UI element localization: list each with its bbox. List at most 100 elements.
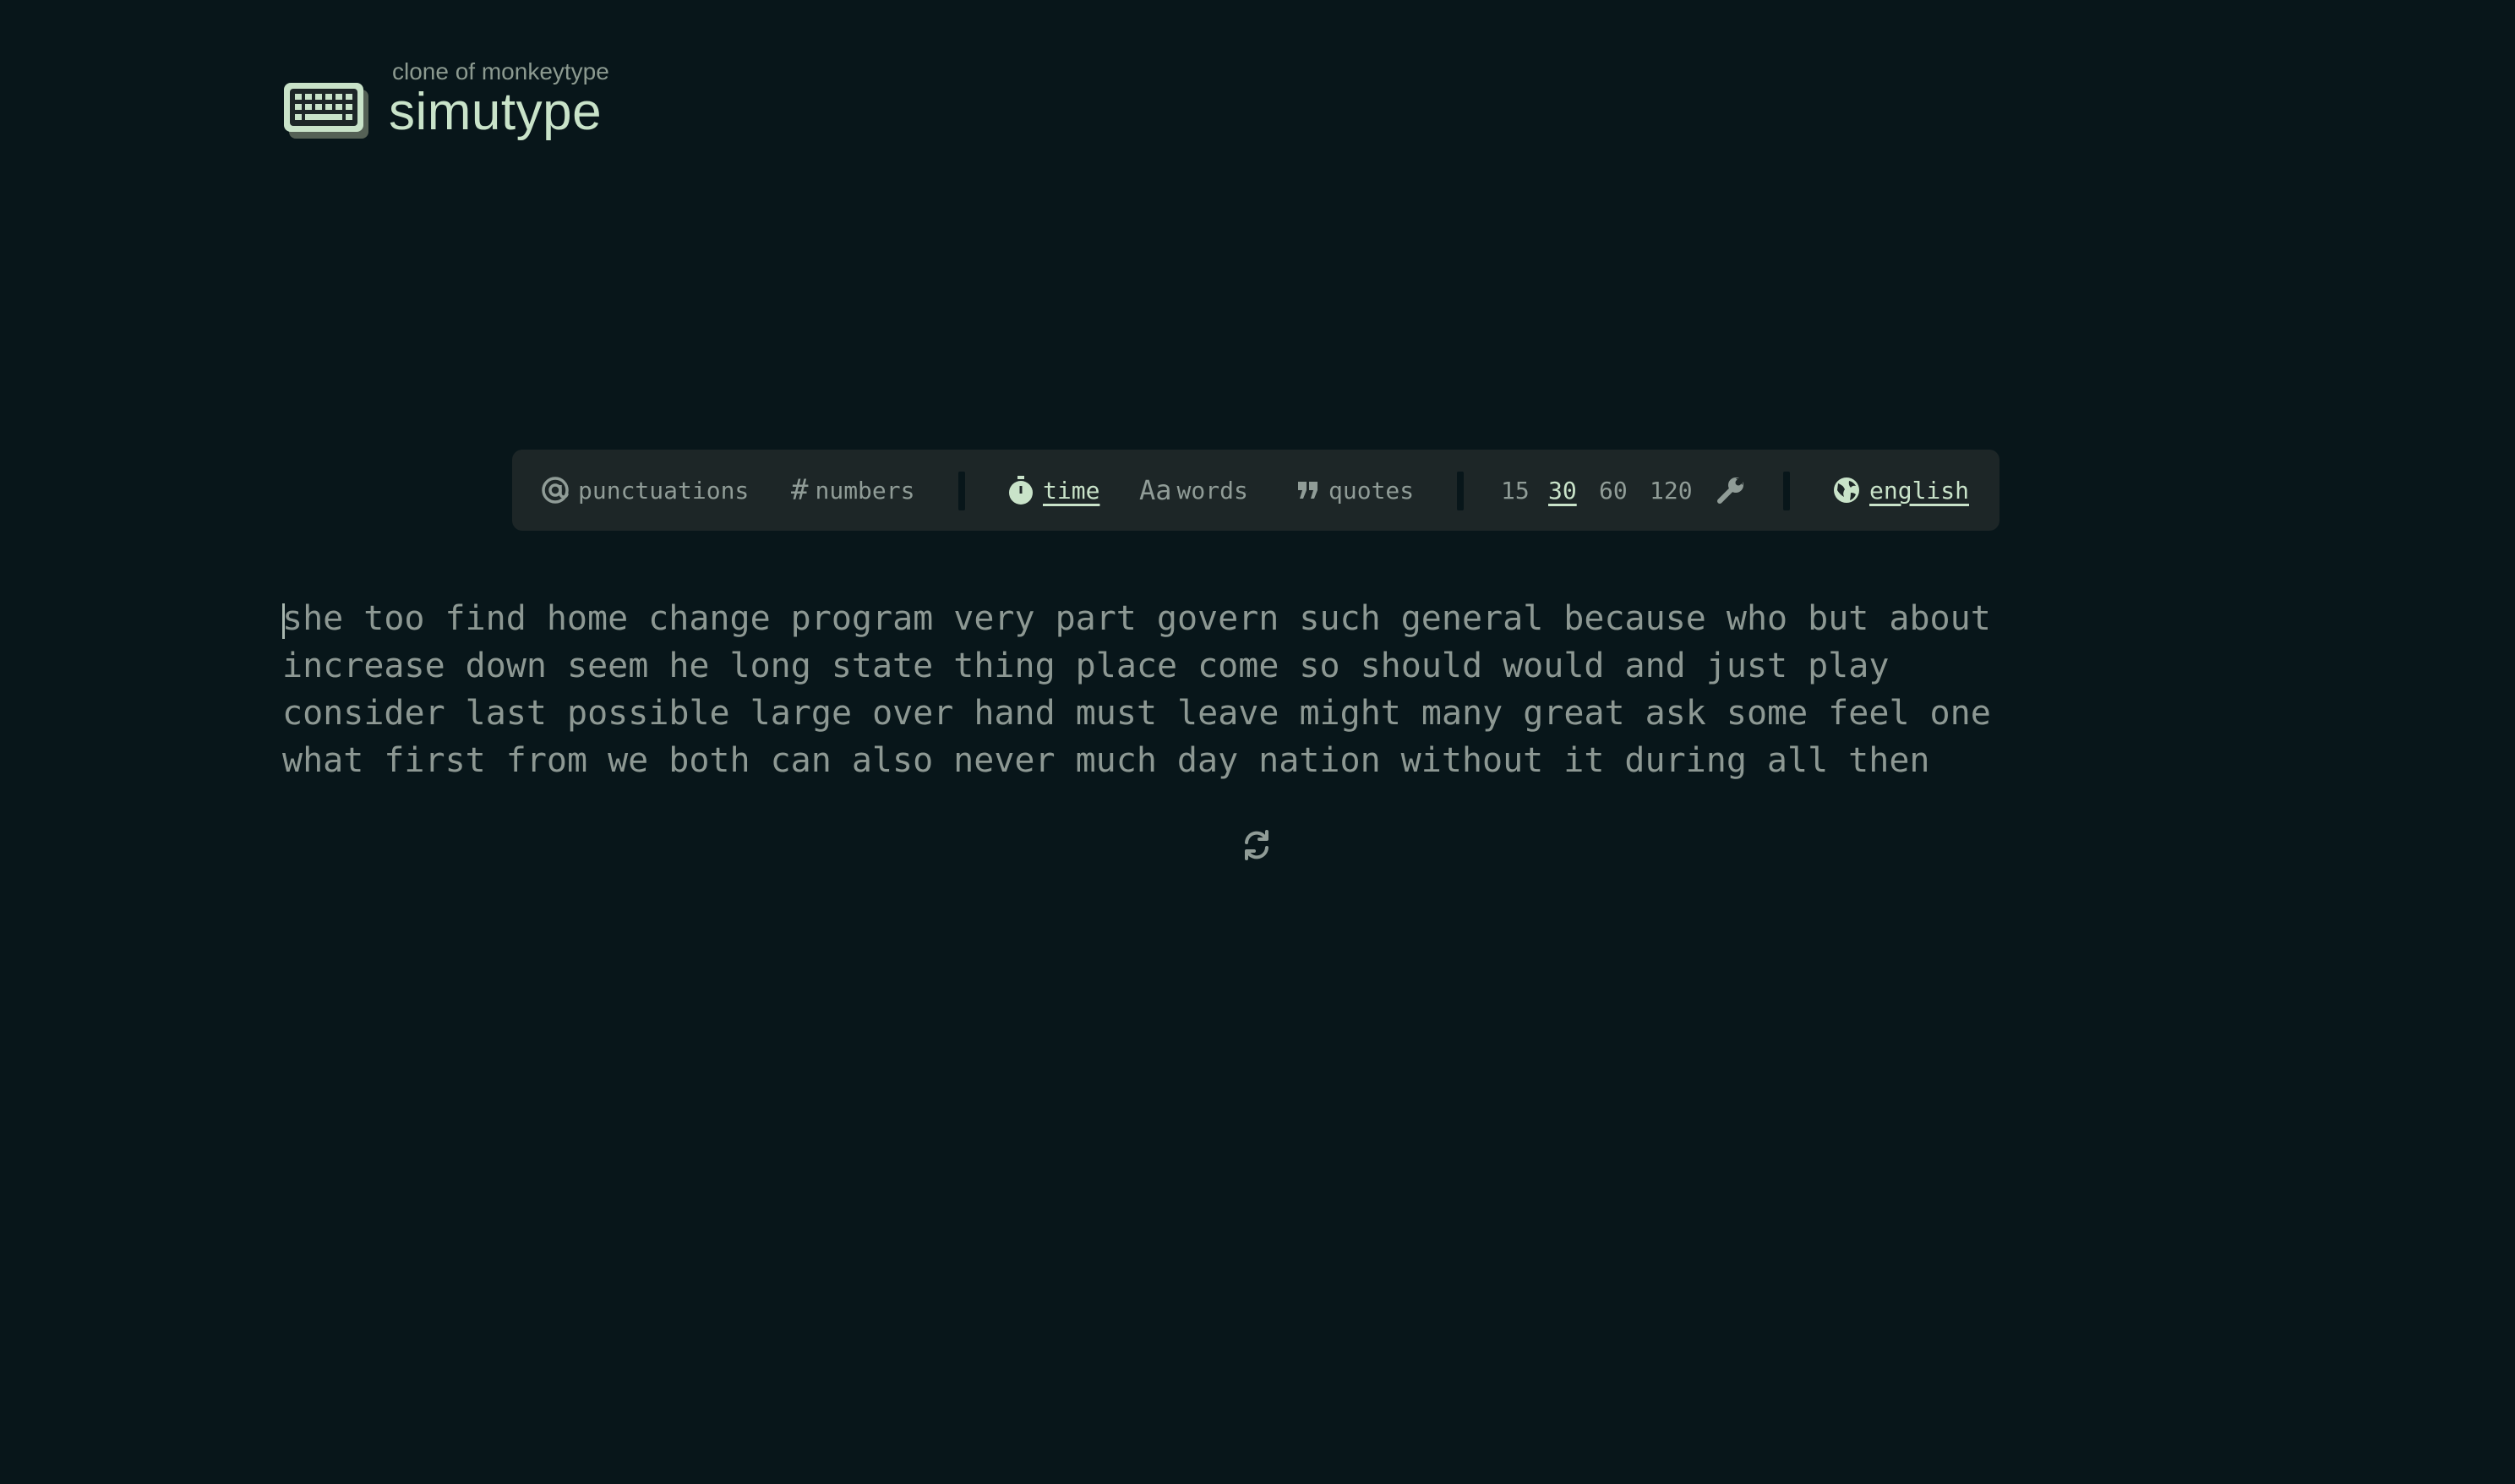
word: very	[953, 599, 1035, 638]
config-toolbar: punctuations # numbers time Aa words quo…	[512, 450, 1999, 531]
mode-quotes-label: quotes	[1328, 476, 1415, 505]
logo-subtitle: clone of monkeytype	[392, 58, 609, 85]
word: both	[668, 741, 750, 780]
words-line: increase down seem he long state thing place com…	[282, 642, 2234, 690]
word: increase	[282, 647, 445, 685]
word: leave	[1177, 694, 1279, 733]
globe-icon	[1832, 476, 1861, 505]
word: who	[1726, 599, 1788, 638]
word: might	[1299, 694, 1401, 733]
word: change	[648, 599, 771, 638]
toolbar-divider	[1457, 472, 1464, 510]
duration-30-label: 30	[1548, 476, 1577, 505]
words-line: what first from we both can also never much day na…	[282, 737, 2234, 784]
word: during	[1624, 741, 1747, 780]
word: part	[1055, 599, 1137, 638]
word: then	[1848, 741, 1930, 780]
duration-30[interactable]: 30	[1548, 450, 1577, 531]
word: consider	[282, 694, 445, 733]
word: must	[1075, 694, 1158, 733]
typing-test-words[interactable]: she too find home change program very part gover…	[282, 595, 2234, 784]
word: also	[851, 741, 934, 780]
word: find	[445, 599, 526, 638]
word: never	[953, 741, 1056, 780]
word: he	[668, 647, 710, 685]
logo-title: simutype	[389, 83, 603, 141]
word: without	[1400, 741, 1544, 780]
word: too	[363, 599, 425, 638]
word: some	[1726, 694, 1809, 733]
word: such	[1299, 599, 1381, 638]
word: she	[282, 599, 344, 638]
numbers-toggle[interactable]: # numbers	[791, 450, 915, 531]
punctuation-toggle[interactable]: punctuations	[541, 450, 749, 531]
stopwatch-icon	[1007, 475, 1034, 505]
word: ask	[1645, 694, 1706, 733]
word: we	[608, 741, 649, 780]
words-line: she too find home change program very part gover…	[282, 595, 2234, 642]
word: seem	[566, 647, 649, 685]
keyboard-icon	[282, 81, 370, 140]
word: feel	[1828, 694, 1910, 733]
word: first	[384, 741, 486, 780]
word: about	[1889, 599, 1991, 638]
word: would	[1503, 647, 1605, 685]
wrench-icon	[1716, 475, 1746, 505]
duration-120[interactable]: 120	[1650, 450, 1693, 531]
word: last	[465, 694, 547, 733]
language-label: english	[1869, 476, 1970, 505]
word: it	[1563, 741, 1605, 780]
word: nation	[1258, 741, 1381, 780]
toolbar-divider	[958, 472, 965, 510]
word: over	[872, 694, 954, 733]
word: down	[465, 647, 547, 685]
language-select[interactable]: english	[1832, 450, 1969, 531]
word: large	[750, 694, 853, 733]
word: but	[1808, 599, 1869, 638]
mode-quotes[interactable]: quotes	[1296, 450, 1414, 531]
word: from	[505, 741, 588, 780]
word: state	[831, 647, 934, 685]
word: come	[1197, 647, 1279, 685]
word: should	[1360, 647, 1483, 685]
word: many	[1421, 694, 1503, 733]
at-icon	[541, 476, 570, 505]
duration-15[interactable]: 15	[1501, 450, 1530, 531]
mode-time[interactable]: time	[1007, 450, 1099, 531]
word: thing	[953, 647, 1056, 685]
word: one	[1929, 694, 1991, 733]
word: much	[1075, 741, 1157, 780]
duration-120-label: 120	[1650, 476, 1693, 505]
logo[interactable]: clone of monkeytype simutype	[282, 59, 609, 140]
font-size-icon: Aa	[1139, 474, 1172, 506]
word: possible	[566, 694, 730, 733]
duration-60-label: 60	[1599, 476, 1628, 505]
word: general	[1400, 599, 1544, 638]
word: hand	[974, 694, 1056, 733]
word: long	[729, 647, 811, 685]
word: place	[1075, 647, 1178, 685]
duration-60[interactable]: 60	[1599, 450, 1628, 531]
duration-15-label: 15	[1501, 476, 1530, 505]
word: home	[546, 599, 629, 638]
word: play	[1808, 647, 1890, 685]
mode-words-label: words	[1176, 476, 1248, 505]
word: great	[1523, 694, 1625, 733]
word: program	[790, 599, 934, 638]
mode-words[interactable]: Aa words	[1139, 450, 1248, 531]
restart-button[interactable]	[1240, 828, 1274, 862]
word: all	[1766, 741, 1829, 780]
refresh-icon	[1240, 830, 1274, 865]
words-line: consider last possible large over hand must lea…	[282, 690, 2234, 737]
word: day	[1176, 741, 1239, 780]
word: because	[1563, 599, 1706, 638]
word: can	[770, 741, 832, 780]
hash-icon: #	[791, 473, 809, 507]
numbers-label: numbers	[815, 476, 915, 505]
word: just	[1705, 647, 1788, 685]
word: and	[1624, 647, 1686, 685]
custom-duration-button[interactable]	[1716, 450, 1746, 531]
word: what	[282, 741, 364, 780]
toolbar-divider	[1783, 472, 1790, 510]
word: so	[1299, 647, 1340, 685]
